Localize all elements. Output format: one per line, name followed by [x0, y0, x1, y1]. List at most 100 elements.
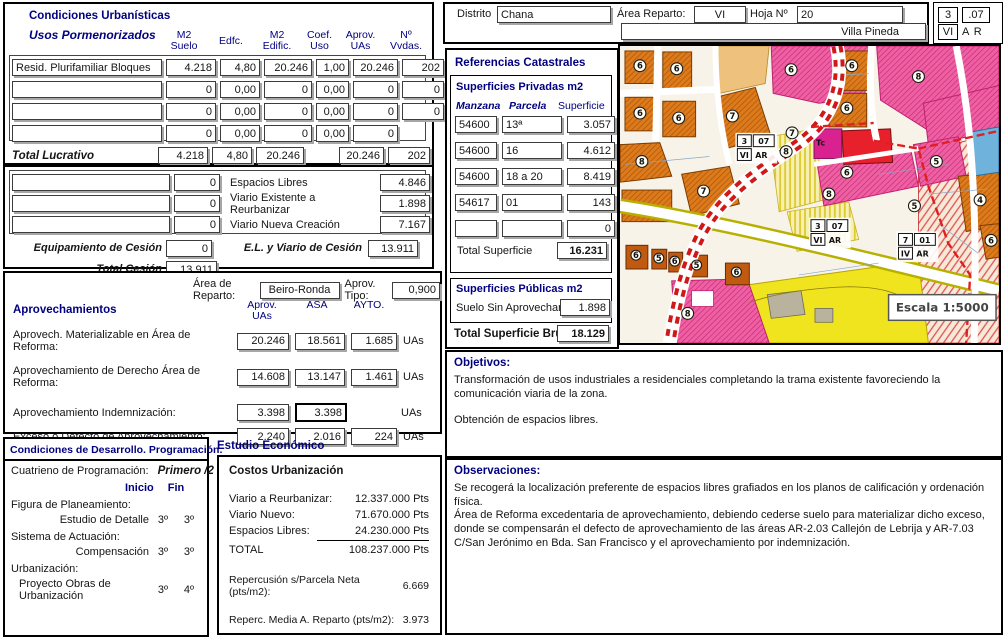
- total-superficie-bruta-field[interactable]: 18.129: [557, 325, 609, 342]
- table-row: Viario a Reurbanizar: 12.337.000 Pts: [229, 493, 429, 505]
- superficie-field[interactable]: 8.419: [567, 168, 615, 185]
- area-reparto-field[interactable]: Beiro-Ronda: [260, 282, 340, 299]
- total-m2-suelo-field[interactable]: 4.218: [158, 147, 208, 164]
- uso-label-field[interactable]: [12, 103, 162, 120]
- aprovechamientos-panel: Área de Reparto: Beiro-Ronda Aprov. Tipo…: [3, 271, 442, 434]
- svg-text:IV: IV: [901, 250, 911, 259]
- uso-label-field[interactable]: Resid. Plurifamiliar Bloques: [12, 59, 162, 76]
- asa-field[interactable]: 3.398: [295, 403, 347, 422]
- cesion-right-value-field[interactable]: 1.898: [380, 195, 430, 212]
- aprov-field[interactable]: 20.246: [353, 59, 398, 76]
- aprov-uas-field[interactable]: 3.398: [237, 404, 289, 421]
- superficie-field[interactable]: 143: [567, 194, 615, 211]
- ayto-field[interactable]: 1.685: [351, 333, 397, 350]
- total-m2-edific-field[interactable]: 20.246: [256, 147, 304, 164]
- m2-edific-field[interactable]: 0: [264, 103, 312, 120]
- el-viario-value-field[interactable]: 13.911: [368, 240, 418, 257]
- item-inicio: 3º: [149, 546, 177, 558]
- cesion-right-value-field[interactable]: 4.846: [380, 174, 430, 191]
- m2-edific-field[interactable]: 0: [264, 125, 312, 142]
- svg-text:6: 6: [788, 65, 794, 75]
- costos-rows: Viario a Reurbanizar: 12.337.000 Pts Via…: [229, 493, 429, 626]
- inicio-header: Inicio: [125, 482, 154, 494]
- cesion-label-field[interactable]: [12, 216, 170, 233]
- parcela-field[interactable]: 18 a 20: [502, 168, 562, 185]
- nombre-field[interactable]: Villa Pineda: [621, 23, 926, 40]
- aprov-field[interactable]: 0: [353, 125, 398, 142]
- m2-edific-field[interactable]: 0: [264, 81, 312, 98]
- m2-suelo-field[interactable]: 0: [166, 81, 216, 98]
- table-row: Aprovechamiento de Derecho Área de Refor…: [13, 365, 424, 389]
- equipamiento-value-field[interactable]: 0: [166, 240, 212, 257]
- cesion-right-value-field[interactable]: 7.167: [380, 216, 430, 233]
- item-name: Proyecto Obras de Urbanización: [11, 578, 149, 602]
- cuatrienio-value: Primero /2: [158, 465, 214, 477]
- edfc-field[interactable]: 0,00: [220, 81, 260, 98]
- cesion-value-field[interactable]: 0: [174, 195, 220, 212]
- aprov-field[interactable]: 0: [353, 103, 398, 120]
- asa-field[interactable]: 18.561: [295, 333, 345, 350]
- cesion-right-label: Viario Nueva Creación: [224, 216, 376, 233]
- table-row: Viario Nuevo: 71.670.000 Pts: [229, 509, 429, 521]
- total-superficie-field[interactable]: 16.231: [557, 242, 607, 259]
- m2-suelo-field[interactable]: 4.218: [166, 59, 216, 76]
- vvdas-field[interactable]: 0: [402, 81, 444, 98]
- ayto-field[interactable]: 1.461: [351, 369, 397, 386]
- vvdas-field[interactable]: 0: [402, 103, 444, 120]
- table-row: 0 0,00 0 0,00 0: [12, 125, 444, 142]
- coef-field[interactable]: 0,00: [316, 103, 349, 120]
- edfc-field[interactable]: 0,00: [220, 103, 260, 120]
- usos-rows: Resid. Plurifamiliar Bloques 4.218 4,80 …: [12, 59, 444, 164]
- parcela-field[interactable]: [502, 220, 562, 237]
- coef-field[interactable]: 1,00: [316, 59, 349, 76]
- distrito-field[interactable]: Chana: [497, 6, 611, 23]
- vvdas-field[interactable]: 202: [402, 59, 444, 76]
- col-m2-edific: M2Edific.: [254, 30, 300, 52]
- aprov-row-label: Aprovechamiento Indemnización:: [13, 407, 231, 419]
- cesion-value-field[interactable]: 0: [174, 174, 220, 191]
- manzana-field[interactable]: 54600: [455, 116, 497, 133]
- parcela-field[interactable]: 16: [502, 142, 562, 159]
- hoja-field[interactable]: 20: [797, 6, 903, 23]
- m2-suelo-field[interactable]: 0: [166, 125, 216, 142]
- coef-field[interactable]: 0,00: [316, 125, 349, 142]
- parcela-field[interactable]: 13ª: [502, 116, 562, 133]
- aprov-uas-field[interactable]: 20.246: [237, 333, 289, 350]
- superficie-field[interactable]: 0: [567, 220, 615, 237]
- table-row: 0 Viario Existente a Reurbanizar 1.898: [12, 195, 430, 212]
- manzana-field[interactable]: [455, 220, 497, 237]
- cesion-value-field[interactable]: 0: [174, 216, 220, 233]
- parcela-field[interactable]: 01: [502, 194, 562, 211]
- svg-text:7: 7: [789, 128, 795, 138]
- asa-field[interactable]: 13.147: [295, 369, 345, 386]
- aprov-uas-field[interactable]: 14.608: [237, 369, 289, 386]
- total-edfc-field[interactable]: 4,80: [212, 147, 252, 164]
- aprov-tipo-field[interactable]: 0,900: [392, 282, 440, 299]
- uso-label-field[interactable]: [12, 81, 162, 98]
- area-reparto-field[interactable]: VI: [694, 6, 746, 23]
- m2-edific-field[interactable]: 20.246: [264, 59, 312, 76]
- m2-suelo-field[interactable]: 0: [166, 103, 216, 120]
- suelo-sin-aprovecham-field[interactable]: 1.898: [560, 299, 610, 316]
- cesion-label-field[interactable]: [12, 195, 170, 212]
- aprov-field[interactable]: 0: [353, 81, 398, 98]
- uso-label-field[interactable]: [12, 125, 162, 142]
- edfc-field[interactable]: 0,00: [220, 125, 260, 142]
- ar-label-box: 307VIAR: [809, 218, 851, 249]
- coef-field[interactable]: 0,00: [316, 81, 349, 98]
- svg-text:01: 01: [919, 236, 930, 245]
- superficie-field[interactable]: 3.057: [567, 116, 615, 133]
- manzana-field[interactable]: 54600: [455, 142, 497, 159]
- manzana-field[interactable]: 54617: [455, 194, 497, 211]
- total-aprov-field[interactable]: 20.246: [339, 147, 384, 164]
- aprovechamientos-rows: Aprovech. Materializable en Área de Refo…: [13, 329, 424, 445]
- total-vvdas-field[interactable]: 202: [388, 147, 430, 164]
- observaciones-title: Observaciones:: [454, 465, 540, 477]
- ayto-field[interactable]: 224: [351, 428, 397, 445]
- cesion-label-field[interactable]: [12, 174, 170, 191]
- manzana-field[interactable]: 54600: [455, 168, 497, 185]
- distrito-label: Distrito: [457, 8, 491, 20]
- table-row: 0 Espacios Libres 4.846: [12, 174, 430, 191]
- edfc-field[interactable]: 4,80: [220, 59, 260, 76]
- superficie-field[interactable]: 4.612: [567, 142, 615, 159]
